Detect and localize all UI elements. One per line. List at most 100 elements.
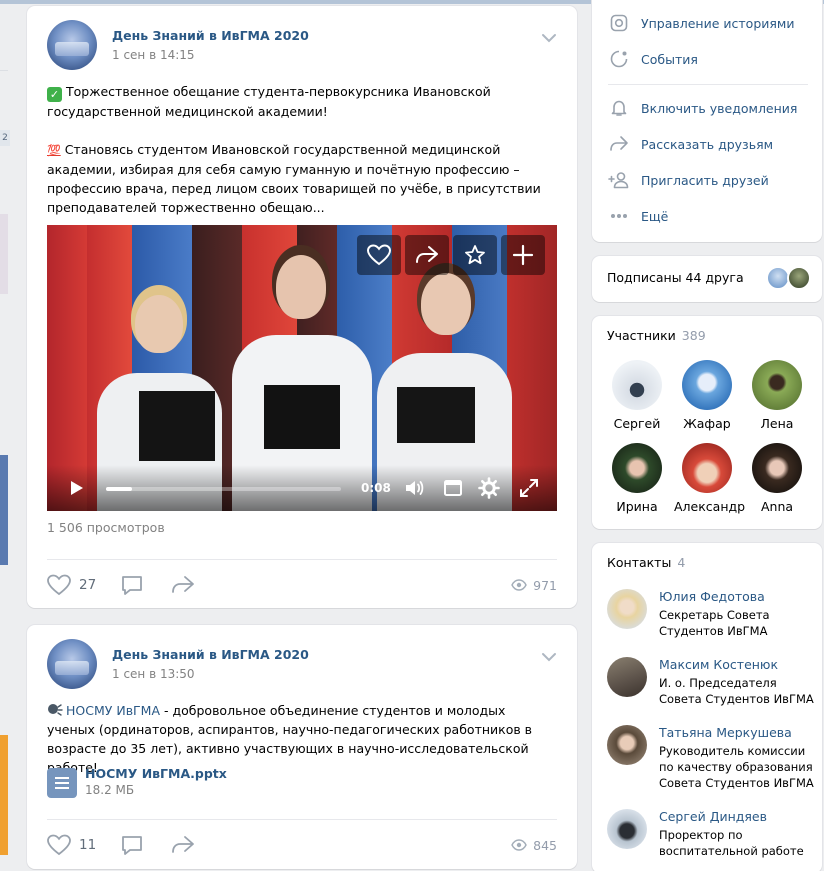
post-card: День Знаний в ИвГМА 2020 1 сен в 13:50 Н… (27, 625, 577, 869)
share-button[interactable] (171, 571, 195, 599)
document-name[interactable]: НОСМУ ИвГМА.pptx (85, 766, 227, 781)
play-icon[interactable] (65, 477, 87, 499)
friends-subscribed-block[interactable]: Подписаны 44 друга (592, 256, 822, 302)
contact-avatar[interactable] (607, 809, 647, 849)
video-action-bar (357, 235, 545, 275)
member-name: Жафар (683, 416, 731, 431)
member-avatar (752, 443, 802, 493)
members-title[interactable]: Участники 389 (607, 328, 706, 343)
group-name-link[interactable]: День Знаний в ИвГМА 2020 (112, 647, 309, 662)
bell-icon (611, 100, 627, 116)
check-mark-icon: ✓ (47, 87, 62, 102)
member-avatar (752, 360, 802, 410)
comment-button[interactable] (121, 571, 143, 599)
post-header: День Знаний в ИвГМА 2020 1 сен в 13:50 (47, 639, 557, 689)
like-video-button[interactable] (357, 235, 401, 275)
heart-icon (47, 834, 71, 856)
member-name: Лена (760, 416, 794, 431)
member-item[interactable]: Лена (744, 360, 810, 431)
video-progress-bar[interactable] (106, 487, 341, 491)
members-count: 389 (681, 328, 706, 343)
share-button[interactable] (171, 831, 195, 859)
theater-mode-icon[interactable] (442, 477, 464, 499)
contact-avatar[interactable] (607, 657, 647, 697)
eye-icon (511, 579, 527, 591)
like-count: 11 (79, 837, 97, 853)
contact-avatar[interactable] (607, 589, 647, 629)
tell-friends-label: Рассказать друзьям (641, 136, 774, 152)
tell-friends-item[interactable]: Рассказать друзьям (608, 133, 773, 155)
chevron-down-icon[interactable] (541, 651, 557, 663)
member-item[interactable]: Ирина (604, 443, 670, 514)
contact-name[interactable]: Юлия Федотова (659, 589, 765, 604)
more-label: Ещё (641, 208, 669, 224)
member-item[interactable]: Anna (744, 443, 810, 514)
member-item[interactable]: Сергей (604, 360, 670, 431)
member-name: Ирина (616, 499, 658, 514)
video-time: 0:08 (361, 481, 391, 495)
contact-name[interactable]: Максим Костенюк (659, 657, 778, 672)
comment-icon (122, 836, 142, 855)
post-header: День Знаний в ИвГМА 2020 1 сен в 14:15 (47, 20, 557, 70)
invite-friends-item[interactable]: Пригласить друзей (608, 169, 769, 191)
events-item[interactable]: События (608, 48, 698, 70)
share-arrow-icon (172, 836, 194, 853)
group-avatar[interactable] (47, 639, 97, 689)
hundred-points-icon: 💯 (47, 144, 61, 157)
heart-icon (367, 244, 391, 266)
like-button[interactable]: 11 (47, 831, 96, 859)
chevron-down-icon[interactable] (541, 32, 557, 44)
group-avatar[interactable] (47, 20, 97, 70)
views-count: 845 (533, 837, 557, 853)
friends-subscribed-label: Подписаны 44 друга (607, 270, 744, 285)
contact-name[interactable]: Татьяна Меркушева (659, 725, 792, 740)
post-views: 971 (511, 571, 557, 599)
add-user-icon (608, 172, 629, 189)
fullscreen-icon[interactable] (518, 477, 540, 499)
like-button[interactable]: 27 (47, 571, 96, 599)
friend-avatar[interactable] (787, 266, 811, 290)
video-views-count: 1 506 просмотров (47, 520, 165, 535)
contact-name[interactable]: Сергей Диндяев (659, 809, 767, 824)
member-item[interactable]: Александр (674, 443, 745, 514)
video-controls: 0:08 (47, 465, 557, 511)
share-arrow-icon (172, 576, 194, 593)
post-text-line-2: Становясь студентом Ивановской государст… (47, 142, 541, 215)
contacts-title[interactable]: Контакты 4 (607, 555, 685, 570)
stories-icon (610, 14, 628, 32)
add-video-button[interactable] (501, 235, 545, 275)
post-time-link[interactable]: 1 сен в 14:15 (112, 48, 195, 62)
volume-icon[interactable] (403, 477, 425, 499)
more-item[interactable]: Ещё (608, 205, 668, 227)
document-icon (47, 768, 77, 798)
post-time-link[interactable]: 1 сен в 13:50 (112, 667, 195, 681)
contact-role: Руководитель комиссии по качеству образо… (659, 744, 814, 790)
enable-notifications-item[interactable]: Включить уведомления (608, 97, 797, 119)
gear-icon[interactable] (478, 477, 500, 499)
member-avatar (682, 360, 732, 410)
document-attachment[interactable]: НОСМУ ИвГМА.pptx 18.2 МБ (47, 766, 347, 800)
member-avatar (612, 360, 662, 410)
heart-icon (47, 574, 71, 596)
post-text-line-1: Торжественное обещание студента-первокур… (47, 84, 491, 119)
members-block: Участники 389 Сергей Жафар Лена Ирина Але… (592, 316, 822, 529)
contact-avatar[interactable] (607, 725, 647, 765)
manage-stories-item[interactable]: Управление историями (608, 12, 794, 34)
post-views: 845 (511, 831, 557, 859)
video-player[interactable]: 0:08 (47, 225, 557, 511)
contacts-title-label: Контакты (607, 555, 672, 570)
post-card: День Знаний в ИвГМА 2020 1 сен в 14:15 ✓… (27, 6, 577, 608)
favorite-video-button[interactable] (453, 235, 497, 275)
share-arrow-icon (416, 246, 438, 263)
plus-icon (512, 244, 534, 266)
menu-divider (608, 84, 808, 85)
share-video-button[interactable] (405, 235, 449, 275)
contact-role: И. о. Председателя Совета Студентов ИвГМ… (659, 676, 814, 706)
comment-button[interactable] (121, 831, 143, 859)
group-actions-menu: Управление историями События Включить ув… (592, 0, 822, 242)
post-divider (47, 819, 557, 820)
group-mention-link[interactable]: НОСМУ ИвГМА (66, 703, 160, 718)
group-name-link[interactable]: День Знаний в ИвГМА 2020 (112, 28, 309, 43)
member-item[interactable]: Жафар (674, 360, 740, 431)
comment-icon (122, 576, 142, 595)
